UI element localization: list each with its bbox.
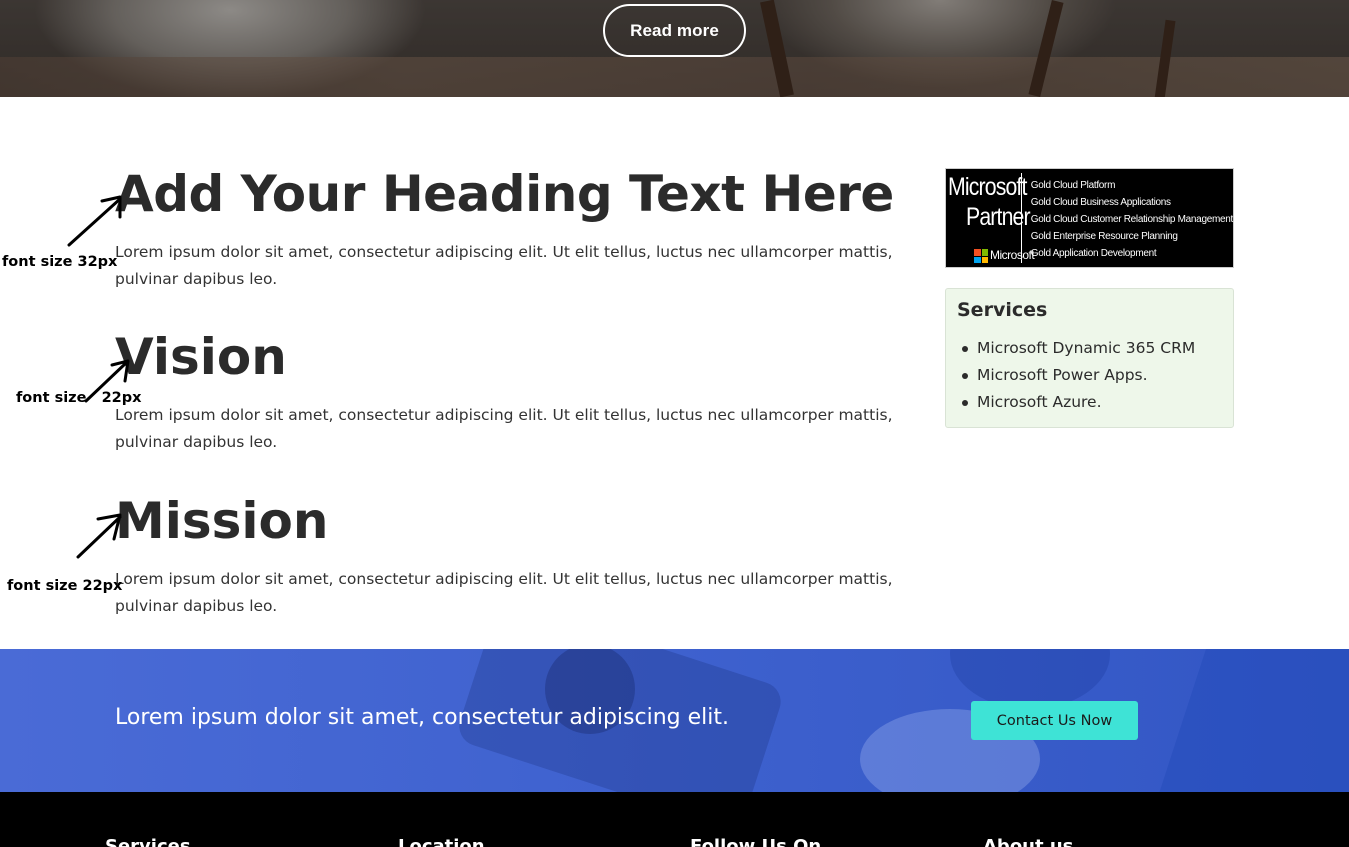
mission-section: Mission Lorem ipsum dolor sit amet, cons… <box>115 496 915 620</box>
competency-item: Gold Enterprise Resource Planning <box>1030 231 1178 242</box>
microsoft-logo-word: Microsoft <box>990 248 1035 262</box>
partner-brand-line2: Partner <box>966 203 1031 231</box>
annotation-heading-font-size: font size 32px <box>2 254 118 270</box>
contact-us-button[interactable]: Contact Us Now <box>971 701 1138 740</box>
services-title: Services <box>957 299 1048 321</box>
competency-item: Gold Cloud Customer Relationship Managem… <box>1030 214 1234 225</box>
competency-item: Gold Cloud Business Applications <box>1030 197 1171 208</box>
footer-heading-follow: Follow Us On <box>690 836 822 847</box>
service-item: Microsoft Power Apps. <box>957 362 1222 389</box>
page-heading: Add Your Heading Text Here <box>115 165 894 223</box>
cta-text: Lorem ipsum dolor sit amet, consectetur … <box>115 705 729 730</box>
service-item: Microsoft Azure. <box>957 389 1222 416</box>
microsoft-logo-icon <box>974 249 988 263</box>
cta-banner: Lorem ipsum dolor sit amet, consectetur … <box>0 649 1349 792</box>
annotation-arrow-icon <box>76 513 122 559</box>
cta-background-panel <box>1147 649 1349 792</box>
footer: Services Location Follow Us On About us <box>0 792 1349 847</box>
annotation-vision-font-size: font size 22px <box>16 390 142 406</box>
footer-heading-services: Services <box>105 836 191 847</box>
mission-heading: Mission <box>115 492 329 550</box>
services-sidebar-box: Services Microsoft Dynamic 365 CRM Micro… <box>945 288 1234 428</box>
main-content: Add Your Heading Text Here Lorem ipsum d… <box>0 97 1349 649</box>
competency-item: Gold Cloud Platform <box>1030 180 1116 191</box>
services-list: Microsoft Dynamic 365 CRM Microsoft Powe… <box>957 335 1222 416</box>
hero-banner: Read more <box>0 0 1349 97</box>
partner-brand-line1: Microsoft <box>948 173 1027 201</box>
competency-item: Gold Application Development <box>1030 248 1157 259</box>
service-item: Microsoft Dynamic 365 CRM <box>957 335 1222 362</box>
annotation-arrow-icon <box>67 195 122 247</box>
vision-section: Vision Lorem ipsum dolor sit amet, conse… <box>115 332 915 456</box>
cta-background-circle <box>950 649 1110 709</box>
heading-section: Add Your Heading Text Here Lorem ipsum d… <box>115 169 915 293</box>
mission-paragraph: Lorem ipsum dolor sit amet, consectetur … <box>115 570 893 615</box>
microsoft-partner-badge: Microsoft Partner Microsoft Gold Cloud P… <box>945 168 1234 268</box>
read-more-button[interactable]: Read more <box>603 4 746 57</box>
annotation-mission-font-size: font size 22px <box>7 578 123 594</box>
footer-heading-about: About us <box>983 836 1074 847</box>
vision-paragraph: Lorem ipsum dolor sit amet, consectetur … <box>115 406 893 451</box>
partner-brand: Microsoft Partner Microsoft <box>946 173 1035 263</box>
heading-paragraph: Lorem ipsum dolor sit amet, consectetur … <box>115 243 893 288</box>
vision-heading: Vision <box>115 328 287 386</box>
footer-heading-location: Location <box>398 836 485 847</box>
partner-competencies: Gold Cloud Platform Gold Cloud Business … <box>1022 169 1234 267</box>
